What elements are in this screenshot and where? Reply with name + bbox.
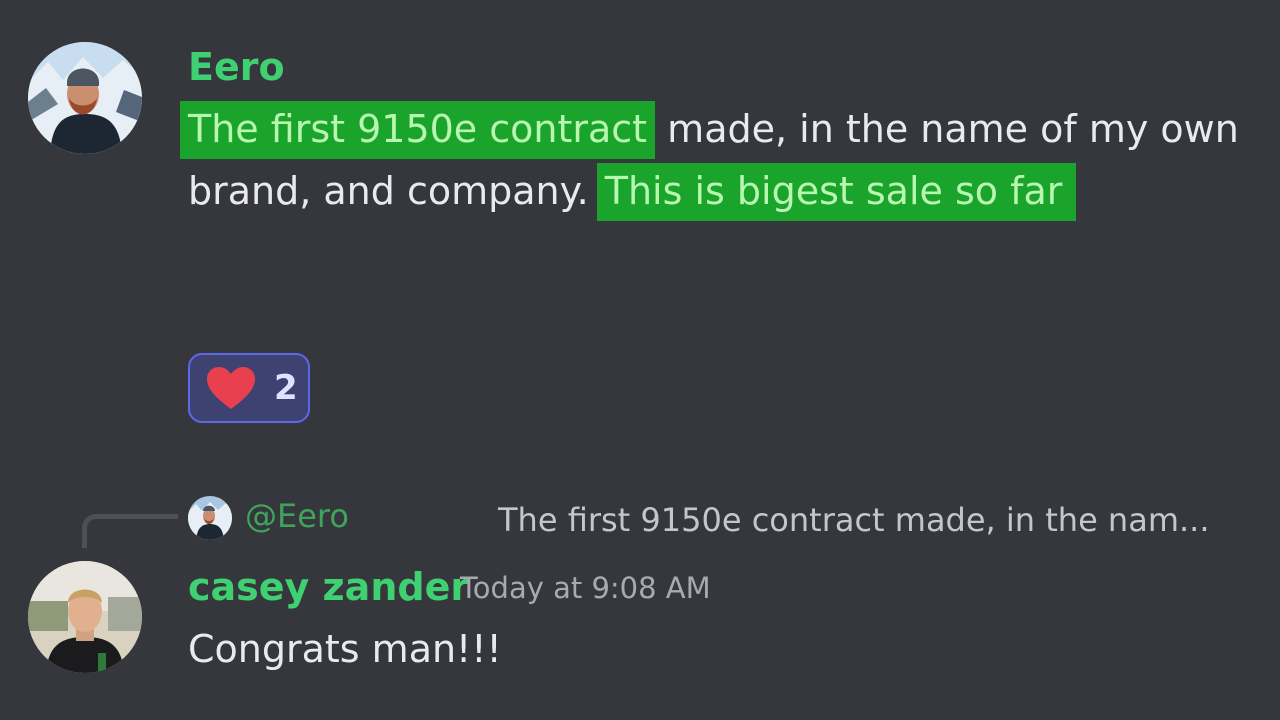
author-name-eero[interactable]: Eero bbox=[188, 48, 285, 86]
message-text: Congrats man!!! bbox=[188, 627, 502, 671]
heart-reaction-button[interactable]: 2 bbox=[188, 353, 310, 423]
message-text: made, in the name of my own bbox=[655, 107, 1239, 151]
message-content: The first 9150e contract made, in the na… bbox=[180, 98, 1248, 222]
reaction-count: 2 bbox=[274, 368, 298, 408]
chat-view: Eero The first 9150e contract made, in t… bbox=[0, 0, 1280, 720]
casey-avatar[interactable] bbox=[28, 561, 142, 673]
message-text: brand, and company. bbox=[188, 169, 589, 213]
highlighted-text: The first 9150e contract bbox=[180, 101, 656, 159]
reply-preview[interactable]: The first 9150e contract made, in the na… bbox=[498, 504, 1210, 536]
eero-avatar[interactable] bbox=[28, 42, 142, 154]
reply-connector bbox=[82, 514, 178, 548]
author-name-casey[interactable]: casey zander bbox=[188, 568, 469, 606]
heart-icon bbox=[207, 367, 255, 409]
highlighted-text: This is bigest sale so far bbox=[596, 163, 1077, 221]
reply-mention[interactable]: @Eero bbox=[245, 500, 349, 532]
message-timestamp[interactable]: Today at 9:08 AM bbox=[460, 574, 711, 603]
reply-avatar[interactable] bbox=[188, 496, 232, 540]
